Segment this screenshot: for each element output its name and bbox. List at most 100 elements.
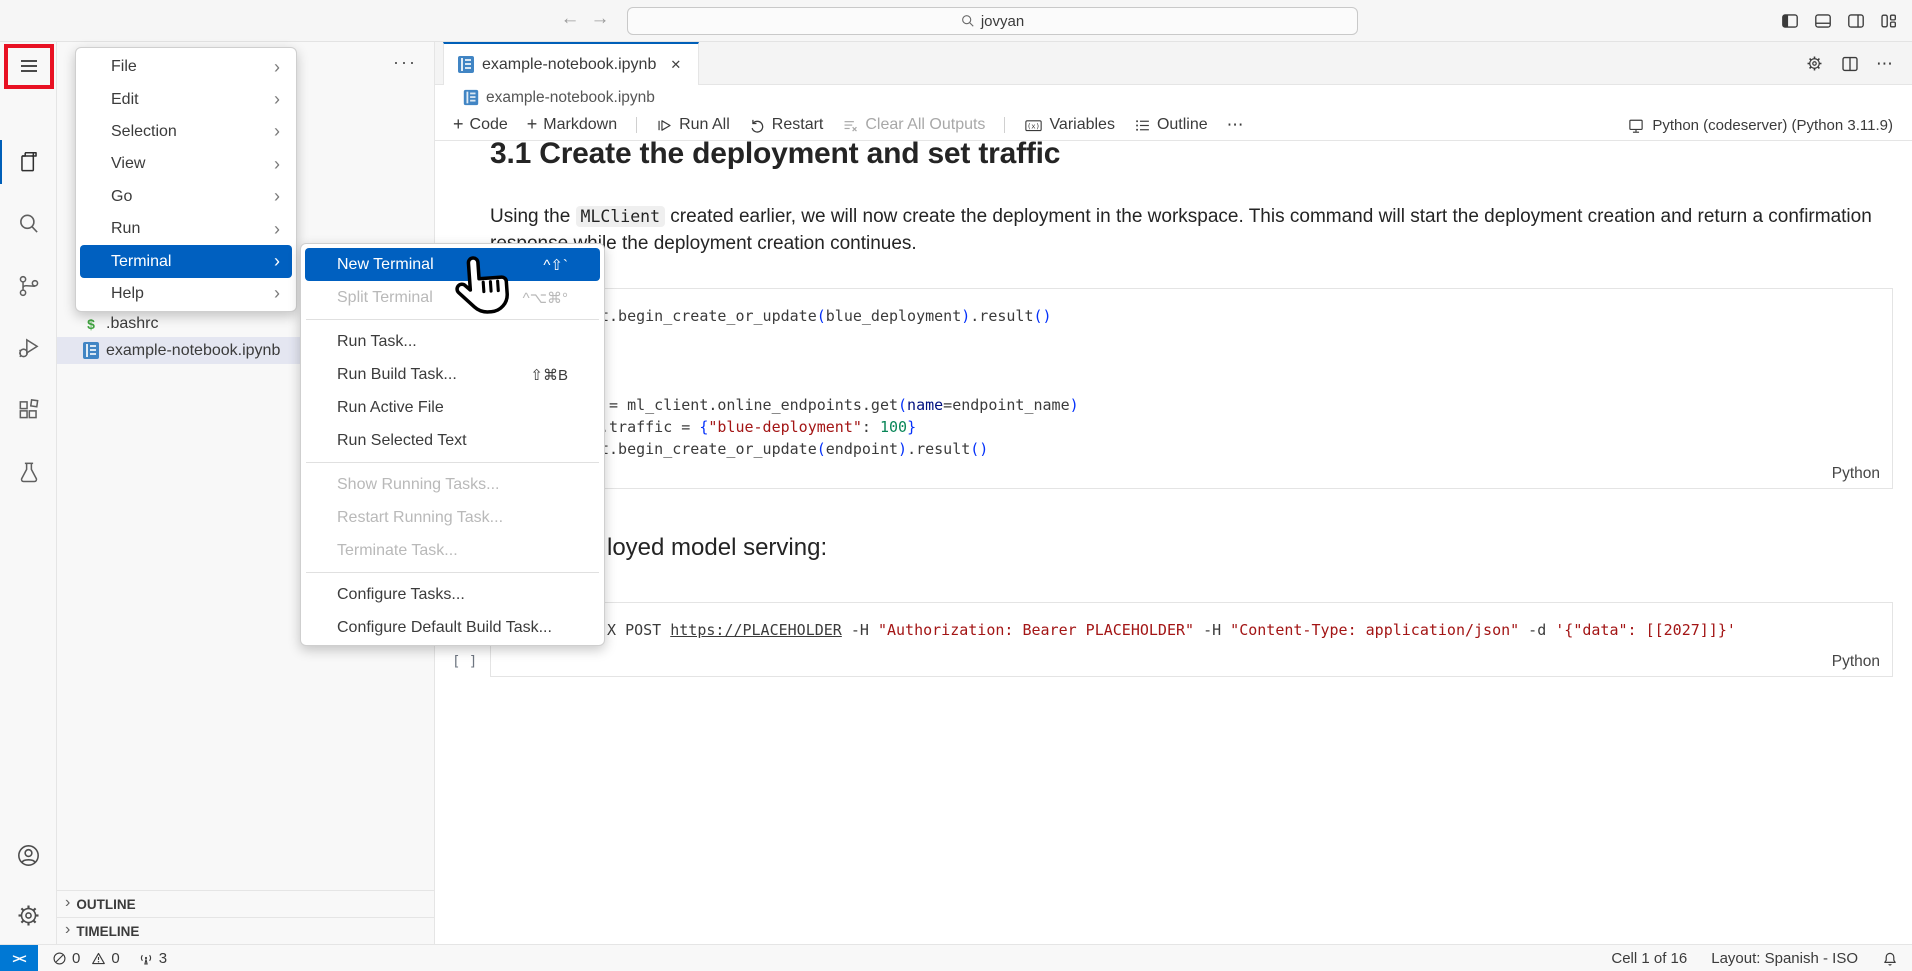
explorer-files-icon (16, 149, 42, 175)
menu-item-restart-running-task[interactable]: Restart Running Task... (305, 501, 600, 534)
notifications-bell-icon[interactable] (1882, 951, 1898, 967)
submenu-arrow-icon: › (274, 89, 280, 110)
toggle-secondary-sidebar-icon[interactable] (1847, 12, 1865, 30)
status-bar: >< 0 0 3 Cell 1 of 16 Layout: Spanish - … (0, 944, 1912, 971)
code-cell-2[interactable]: -X POST https://PLACEHOLDER -H "Authoriz… (490, 602, 1893, 677)
menu-item-run[interactable]: Run› (80, 213, 292, 245)
tab-example-notebook[interactable]: example-notebook.ipynb ✕ (443, 42, 699, 85)
nav-back-button[interactable]: ← (558, 8, 582, 30)
run-all-icon (656, 117, 673, 134)
clear-all-outputs-button[interactable]: Clear All Outputs (842, 116, 985, 134)
sidebar-item-source-control[interactable] (0, 262, 57, 310)
chevron-right-icon: › (65, 894, 70, 912)
menu-item-selection[interactable]: Selection› (80, 116, 292, 148)
add-markdown-cell-button[interactable]: + Markdown (527, 116, 617, 134)
broadcast-ports-icon (138, 951, 154, 967)
remote-indicator[interactable]: >< (0, 945, 38, 971)
section-label: OUTLINE (76, 897, 135, 912)
sidebar-item-search[interactable] (0, 200, 57, 248)
more-actions-icon[interactable]: ⋯ (1876, 54, 1894, 74)
menu-separator (305, 314, 600, 325)
menu-item-run-active-file[interactable]: Run Active File (305, 391, 600, 424)
sidebar-item-testing[interactable] (0, 448, 57, 496)
menu-item-help[interactable]: Help› (80, 278, 292, 310)
markdown-heading: 3.1 Create the deployment and set traffi… (490, 141, 1060, 171)
code-line: -X POST https://PLACEHOLDER -H "Authoriz… (598, 619, 1892, 641)
cell-language-picker[interactable]: Python (1832, 465, 1880, 483)
split-editor-icon[interactable] (1841, 55, 1859, 73)
clear-outputs-icon (842, 117, 859, 134)
editor-tab-bar: example-notebook.ipynb ✕ ⋯ (435, 42, 1912, 85)
close-tab-icon[interactable]: ✕ (670, 57, 681, 73)
kernel-label: Python (codeserver) (Python 3.11.9) (1652, 117, 1893, 134)
menu-item-show-running-tasks[interactable]: Show Running Tasks... (305, 468, 600, 501)
add-code-cell-button[interactable]: + Code (453, 116, 508, 134)
variables-button[interactable]: (x) Variables (1024, 116, 1115, 134)
title-bar: ← → jovyan (0, 0, 1912, 42)
menu-item-terminal[interactable]: Terminal› (80, 245, 292, 277)
menu-item-terminate-task[interactable]: Terminate Task... (305, 534, 600, 567)
menu-item-configure-tasks[interactable]: Configure Tasks... (305, 578, 600, 611)
menu-item-run-task[interactable]: Run Task... (305, 325, 600, 358)
pointer-hand-cursor (450, 251, 512, 321)
submenu-arrow-icon: › (274, 283, 280, 304)
sidebar-item-explorer[interactable] (0, 138, 57, 186)
notebook-settings-gear-icon[interactable] (1805, 54, 1824, 73)
menu-item-go[interactable]: Go› (80, 181, 292, 213)
sidebar-item-extensions[interactable] (0, 386, 57, 434)
nav-forward-button[interactable]: → (588, 8, 612, 30)
menu-item-configure-default-build-task[interactable]: Configure Default Build Task... (305, 611, 600, 644)
execution-count: [ ] (452, 654, 477, 670)
run-all-button[interactable]: Run All (656, 116, 730, 134)
menu-item-run-build-task[interactable]: Run Build Task...⇧⌘B (305, 358, 600, 391)
account-button[interactable] (0, 831, 57, 879)
code-cell-1[interactable]: t.begin_create_or_update(blue_deployment… (490, 288, 1893, 489)
notebook-file-icon (458, 56, 474, 73)
variables-icon: (x) (1024, 117, 1043, 134)
menu-item-view[interactable]: View› (80, 148, 292, 180)
submenu-arrow-icon: › (274, 186, 280, 207)
explorer-more-actions[interactable]: ··· (393, 52, 417, 73)
search-icon (961, 14, 975, 28)
ports-status[interactable]: 3 (138, 950, 167, 967)
notebook-toolbar: + Code + Markdown Run All Restart Clear … (435, 110, 1912, 141)
chevron-right-icon: › (65, 921, 70, 939)
search-text: jovyan (981, 13, 1024, 30)
shortcut-label: ⇧⌘B (530, 366, 586, 384)
command-center-search[interactable]: jovyan (627, 7, 1358, 35)
warning-icon (91, 951, 106, 966)
menu-item-run-selected-text[interactable]: Run Selected Text (305, 424, 600, 457)
submenu-arrow-icon: › (274, 154, 280, 175)
kernel-vm-icon (1627, 117, 1645, 135)
notebook-content: 3.1 Create the deployment and set traffi… (435, 141, 1912, 944)
problems-status[interactable]: 0 0 (52, 950, 120, 967)
plus-icon: + (527, 115, 538, 133)
toolbar-more-actions[interactable]: ⋯ (1227, 115, 1245, 135)
code-line: = ml_client.online_endpoints.get(name=en… (600, 394, 1892, 416)
submenu-arrow-icon: › (274, 251, 280, 272)
cell-indicator[interactable]: Cell 1 of 16 (1611, 950, 1687, 967)
toggle-primary-sidebar-icon[interactable] (1781, 12, 1799, 30)
outline-button[interactable]: Outline (1134, 116, 1208, 134)
extensions-icon (16, 397, 42, 423)
submenu-arrow-icon: › (274, 57, 280, 78)
outline-section-header[interactable]: › OUTLINE (57, 890, 435, 917)
application-menu: File› Edit› Selection› View› Go› Run› Te… (75, 47, 297, 312)
settings-button[interactable] (0, 891, 57, 939)
keyboard-layout-indicator[interactable]: Layout: Spanish - ISO (1711, 950, 1858, 967)
menu-item-edit[interactable]: Edit› (80, 83, 292, 115)
run-debug-icon (16, 335, 42, 361)
kernel-picker[interactable]: Python (codeserver) (Python 3.11.9) (1627, 110, 1893, 141)
sidebar-item-run-debug[interactable] (0, 324, 57, 372)
tab-title: example-notebook.ipynb (482, 56, 656, 74)
customize-layout-icon[interactable] (1880, 12, 1898, 30)
cell-language-picker[interactable]: Python (1832, 653, 1880, 671)
breadcrumb[interactable]: example-notebook.ipynb (435, 85, 1912, 110)
inline-code: MLClient (576, 206, 665, 227)
timeline-section-header[interactable]: › TIMELINE (57, 917, 435, 944)
shell-file-icon: $ (83, 316, 99, 332)
toggle-panel-icon[interactable] (1814, 12, 1832, 30)
menu-item-file[interactable]: File› (80, 51, 292, 83)
restart-kernel-button[interactable]: Restart (749, 116, 824, 134)
file-name: example-notebook.ipynb (106, 342, 280, 360)
